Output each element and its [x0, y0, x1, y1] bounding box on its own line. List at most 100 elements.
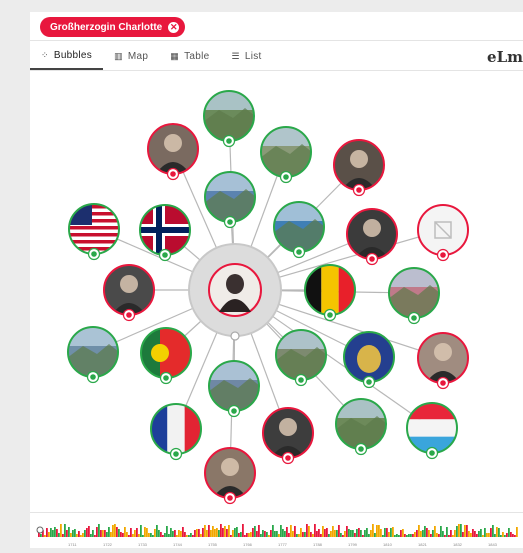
timeline-bar — [418, 525, 420, 537]
timeline-bar — [136, 528, 138, 537]
timeline-bar — [322, 526, 324, 537]
location-pin-icon — [358, 446, 364, 452]
timeline-histogram: 1711 1722 1733 1744 1755 1766 1777 1788 1799 1810… — [36, 524, 518, 547]
graph-node-forest-valley[interactable] — [335, 398, 387, 456]
timeline-bar — [452, 535, 454, 537]
graph-node-portugal-flag[interactable] — [140, 327, 192, 385]
graph-node-valley-town[interactable] — [260, 126, 312, 184]
timeline-bar — [320, 534, 322, 537]
location-pin-icon — [90, 374, 96, 380]
location-pin-icon — [366, 379, 372, 385]
timeline-bar — [286, 527, 288, 537]
location-pin-icon — [411, 315, 417, 321]
graph-node-sculpture[interactable] — [204, 447, 256, 505]
graph-node-portrait-uniform[interactable] — [262, 407, 314, 465]
graph-node-france-flag[interactable] — [150, 403, 202, 461]
timeline-bar — [458, 524, 460, 537]
timeline-bar — [310, 532, 312, 537]
timeline-bar — [262, 530, 264, 537]
timeline-bar — [246, 533, 248, 537]
timeline-bar — [502, 532, 504, 537]
timeline-bar — [208, 525, 210, 537]
timeline-bar — [182, 527, 184, 537]
flag-stripe — [70, 240, 118, 244]
timeline-bar — [302, 532, 304, 537]
timeline-bar — [230, 535, 232, 537]
graph-node-cathedral[interactable] — [204, 171, 256, 229]
graph-node-missing-image[interactable] — [417, 204, 469, 262]
timeline-bar — [372, 524, 374, 537]
timeline-bar — [70, 533, 72, 537]
timeline-bar — [360, 530, 362, 537]
timeline-bar — [344, 531, 346, 537]
location-pin-icon — [429, 450, 435, 456]
timeline-bar — [444, 535, 446, 537]
timeline-bar — [132, 534, 134, 537]
timeline-bar — [118, 529, 120, 537]
graph-node-church-hill[interactable] — [273, 201, 325, 259]
timeline-bar — [514, 535, 516, 537]
timeline-bar — [490, 528, 492, 537]
timeline-bar — [354, 533, 356, 537]
timeline-bar — [438, 534, 440, 537]
timeline-bar — [212, 526, 214, 537]
timeline-bar — [414, 532, 416, 537]
flag-emblem — [357, 345, 381, 373]
graph-node-belgium-flag[interactable] — [304, 264, 356, 322]
timeline[interactable]: 1711 1722 1733 1744 1755 1766 1777 1788 1799 1810… — [30, 512, 523, 548]
timeline-bar — [280, 525, 282, 537]
graph-node-portrait-man-dark-suit[interactable] — [103, 264, 155, 322]
flag-emblem — [151, 344, 169, 362]
timeline-bar — [102, 530, 104, 537]
timeline-bar — [516, 527, 518, 537]
timeline-bar — [324, 529, 326, 537]
timeline-bar — [222, 528, 224, 537]
timeline-bar — [356, 529, 358, 537]
graph-node-portrait-man-mustache[interactable] — [333, 139, 385, 197]
timeline-bar — [456, 526, 458, 537]
timeline-bar — [112, 525, 114, 537]
timeline-handle[interactable] — [36, 526, 44, 534]
timeline-bar — [326, 528, 328, 537]
expand-handle[interactable] — [230, 331, 240, 341]
timeline-bar — [416, 530, 418, 537]
timeline-bar — [346, 526, 348, 537]
timeline-bar — [174, 530, 176, 537]
graph-node-portrait-man-glasses[interactable] — [147, 123, 199, 181]
timeline-bar — [84, 530, 86, 537]
timeline-bar — [96, 527, 98, 537]
timeline-bar — [254, 526, 256, 537]
timeline-bar — [86, 528, 88, 537]
timeline-bar — [144, 527, 146, 537]
timeline-bar — [408, 534, 410, 537]
timeline-bar — [378, 525, 380, 537]
timeline-bar — [508, 528, 510, 537]
timeline-bar — [188, 535, 190, 537]
bubble-graph — [67, 90, 469, 505]
timeline-bar — [402, 529, 404, 537]
graph-node-city-sunset[interactable] — [388, 267, 440, 325]
timeline-bar — [306, 524, 308, 537]
graph-node-portrait-woman[interactable] — [417, 332, 469, 390]
graph-node-bridge-river[interactable] — [275, 329, 327, 387]
location-pin-icon — [162, 252, 168, 258]
graph-node-us-flag[interactable] — [68, 203, 120, 261]
graph-node-castle-tower[interactable] — [203, 90, 255, 148]
person-icon — [369, 256, 375, 262]
graph-node-paris-skyline[interactable] — [67, 326, 119, 384]
timeline-bar — [76, 534, 78, 537]
timeline-bar — [496, 527, 498, 537]
timeline-bar — [454, 530, 456, 537]
timeline-bar — [510, 532, 512, 537]
location-pin-icon — [296, 249, 302, 255]
timeline-bar — [304, 532, 306, 537]
timeline-bar — [334, 530, 336, 537]
graph-node-new-york-seal[interactable] — [343, 331, 395, 389]
timeline-bar — [474, 531, 476, 537]
graph-node-luxembourg-flag[interactable] — [406, 402, 458, 460]
flag-stripe — [70, 205, 118, 209]
timeline-bar — [328, 534, 330, 537]
graph-node-london-skyline[interactable] — [208, 360, 260, 418]
timeline-bar — [244, 535, 246, 537]
timeline-bar — [374, 533, 376, 537]
